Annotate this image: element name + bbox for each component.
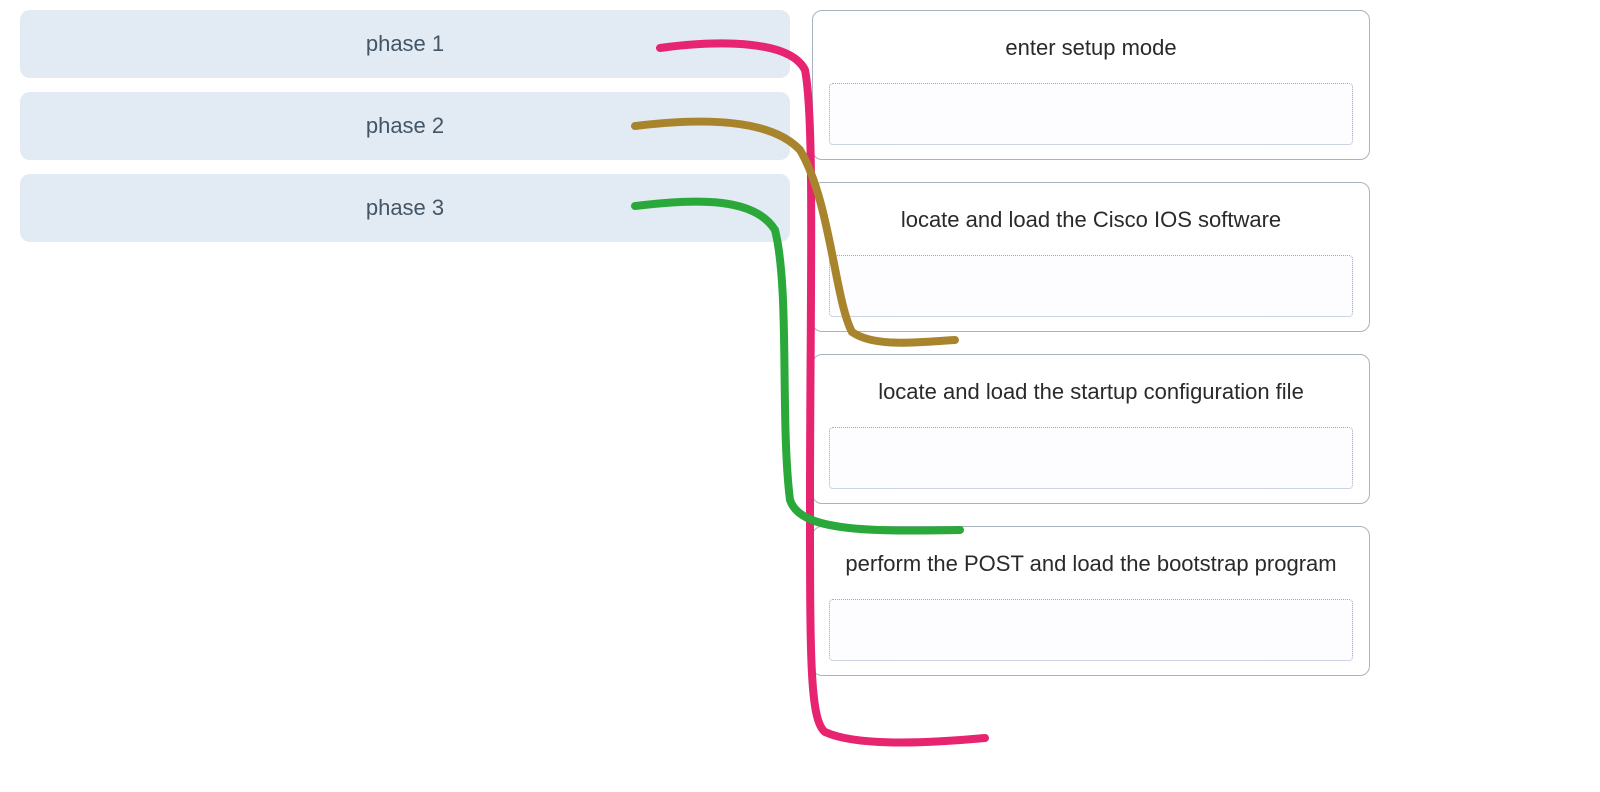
drop-slot-setup[interactable] xyxy=(829,83,1353,145)
target-card-ios: locate and load the Cisco IOS software xyxy=(812,182,1370,332)
target-title: locate and load the Cisco IOS software xyxy=(829,197,1353,255)
target-title: locate and load the startup configuratio… xyxy=(829,369,1353,427)
phase-item-1[interactable]: phase 1 xyxy=(20,10,790,78)
target-card-startup: locate and load the startup configuratio… xyxy=(812,354,1370,504)
drop-slot-ios[interactable] xyxy=(829,255,1353,317)
drop-slot-post[interactable] xyxy=(829,599,1353,661)
phase-item-2[interactable]: phase 2 xyxy=(20,92,790,160)
phase-label: phase 1 xyxy=(366,31,444,57)
phase-item-3[interactable]: phase 3 xyxy=(20,174,790,242)
phase-label: phase 2 xyxy=(366,113,444,139)
target-title: perform the POST and load the bootstrap … xyxy=(829,541,1353,599)
target-card-setup: enter setup mode xyxy=(812,10,1370,160)
target-column: enter setup mode locate and load the Cis… xyxy=(812,10,1370,698)
matching-stage: phase 1 phase 2 phase 3 enter setup mode… xyxy=(0,0,1600,792)
target-card-post: perform the POST and load the bootstrap … xyxy=(812,526,1370,676)
drop-slot-startup[interactable] xyxy=(829,427,1353,489)
phase-label: phase 3 xyxy=(366,195,444,221)
source-column: phase 1 phase 2 phase 3 xyxy=(20,10,790,256)
target-title: enter setup mode xyxy=(829,25,1353,83)
